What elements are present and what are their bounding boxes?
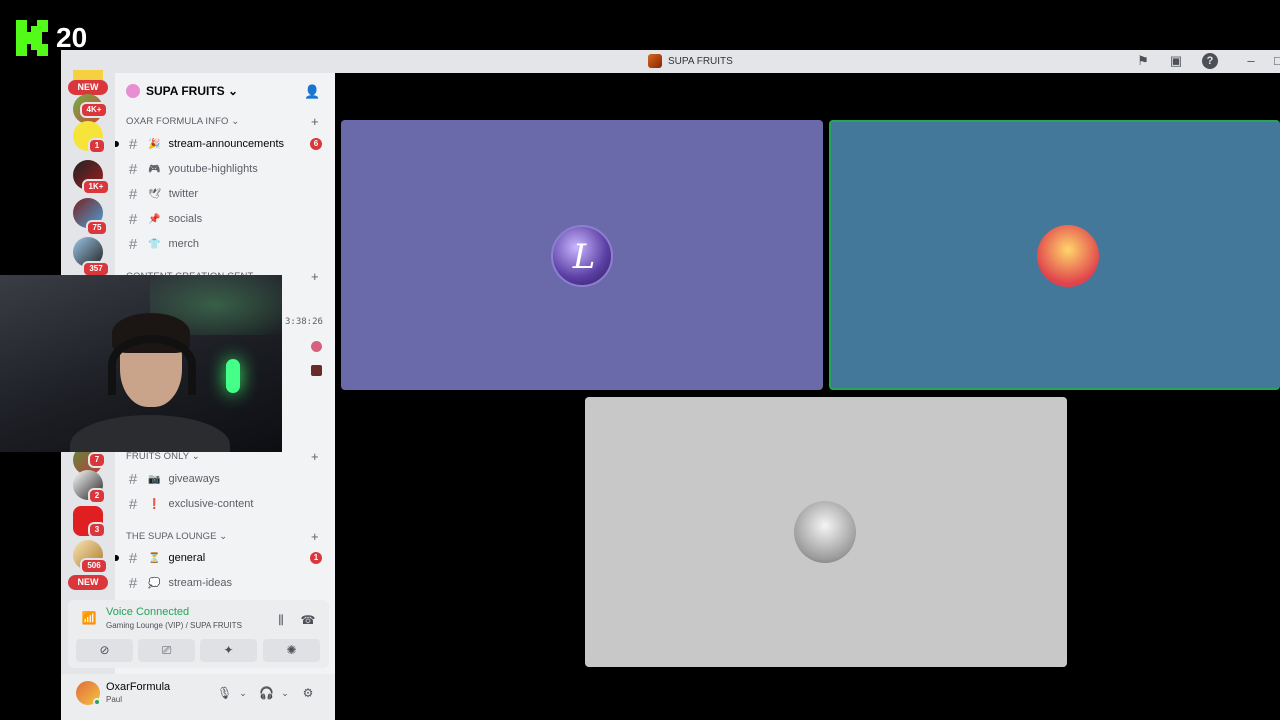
server-badge: 4K+ bbox=[80, 102, 108, 118]
stream-frame: 20 SUPA FRUITS ⚑ ▣ ? – □ NEW 4K+ 1 1K+ 7… bbox=[0, 0, 1280, 720]
participant-avatar bbox=[551, 225, 615, 287]
channel-emoji: 👕 bbox=[148, 238, 161, 250]
channel-merch[interactable]: # 👕 merch bbox=[126, 235, 199, 253]
channel-label: exclusive-content bbox=[168, 498, 254, 510]
online-status-icon bbox=[93, 698, 101, 706]
channel-stream-announcements[interactable]: # 🎉 stream-announcements bbox=[126, 135, 284, 153]
channel-emoji: 📷 bbox=[148, 473, 161, 485]
streamer-body bbox=[70, 415, 230, 452]
participant-avatar bbox=[794, 501, 856, 563]
channel-emoji: ❗ bbox=[148, 498, 161, 510]
hash-icon: # bbox=[128, 235, 138, 253]
signal-icon[interactable]: 📶 bbox=[80, 611, 98, 629]
mention-badge: 1 bbox=[310, 552, 322, 564]
hash-icon: # bbox=[128, 549, 138, 567]
window-title-text: SUPA FRUITS bbox=[668, 55, 733, 67]
hash-icon: # bbox=[128, 185, 138, 203]
channel-emoji: 🕊 bbox=[148, 188, 161, 200]
help-icon[interactable]: ? bbox=[1202, 53, 1218, 69]
channel-socials[interactable]: # 📌 socials bbox=[126, 210, 202, 228]
new-pill-bottom[interactable]: NEW bbox=[68, 575, 108, 590]
category-oxar-formula-info[interactable]: OXAR FORMULA INFO ⌄ bbox=[126, 116, 239, 127]
channel-emoji: 🎮 bbox=[148, 163, 161, 175]
maximize-icon[interactable]: □ bbox=[1270, 53, 1280, 69]
channel-stream-ideas[interactable]: # 💭 stream-ideas bbox=[126, 574, 232, 592]
flag-icon[interactable]: ⚑ bbox=[1135, 53, 1151, 69]
chevron-down-icon[interactable]: ⌄ bbox=[278, 686, 292, 700]
mention-badge: 6 bbox=[310, 138, 322, 150]
channel-exclusive-content[interactable]: # ❗ exclusive-content bbox=[126, 495, 254, 513]
server-badge: 7 bbox=[88, 452, 106, 468]
channel-label: socials bbox=[168, 213, 203, 225]
hash-icon: # bbox=[128, 210, 138, 228]
user-avatar-small[interactable] bbox=[311, 341, 322, 352]
hash-icon: # bbox=[128, 470, 138, 488]
server-badge: 75 bbox=[86, 220, 108, 236]
participant-avatar bbox=[1037, 225, 1099, 287]
channel-giveaways[interactable]: # 📷 giveaways bbox=[126, 470, 220, 488]
server-badge: 506 bbox=[80, 558, 108, 574]
channel-label: general bbox=[168, 552, 206, 564]
streamer-webcam bbox=[0, 275, 282, 452]
category-fruits-only[interactable]: FRUITS ONLY ⌄ bbox=[126, 451, 200, 462]
hash-icon: # bbox=[128, 495, 138, 513]
channel-youtube-highlights[interactable]: # 🎮 youtube-highlights bbox=[126, 160, 258, 178]
hash-icon: # bbox=[128, 160, 138, 178]
channel-general[interactable]: # ⏳ general bbox=[126, 549, 205, 567]
headphones-icon[interactable]: 🎧 bbox=[259, 686, 274, 700]
user-status-text: Paul bbox=[106, 695, 123, 704]
server-header[interactable]: SUPA FRUITS ⌄ bbox=[126, 84, 238, 98]
hash-icon: # bbox=[128, 574, 138, 592]
user-avatar-small[interactable] bbox=[311, 365, 322, 376]
create-channel-plus-icon[interactable]: + bbox=[311, 529, 319, 544]
minimize-icon[interactable]: – bbox=[1243, 53, 1259, 69]
server-badge-icon bbox=[126, 84, 140, 98]
server-name: SUPA FRUITS ⌄ bbox=[146, 84, 239, 98]
create-channel-plus-icon[interactable]: + bbox=[311, 269, 319, 284]
kick-logo-icon bbox=[16, 20, 48, 56]
server-badge: 2 bbox=[88, 488, 106, 504]
disconnect-icon[interactable]: ☎ bbox=[300, 612, 316, 628]
settings-gear-icon[interactable]: ⚙ bbox=[301, 686, 315, 700]
new-pill-top[interactable]: NEW bbox=[68, 80, 108, 95]
channel-label: twitter bbox=[168, 188, 199, 200]
server-icon bbox=[648, 54, 662, 68]
noise-suppression-icon[interactable]: ⫼ bbox=[273, 612, 289, 628]
channel-twitter[interactable]: # 🕊 twitter bbox=[126, 185, 198, 203]
voice-location[interactable]: Gaming Lounge (VIP) / SUPA FRUITS bbox=[106, 621, 242, 630]
create-channel-plus-icon[interactable]: + bbox=[311, 114, 319, 129]
voice-status[interactable]: Voice Connected bbox=[106, 606, 189, 618]
add-member-icon[interactable]: 👤 bbox=[304, 84, 320, 100]
channel-label: youtube-highlights bbox=[168, 163, 258, 175]
channel-emoji: 💭 bbox=[148, 577, 161, 589]
window-title: SUPA FRUITS bbox=[648, 54, 733, 68]
channel-emoji: 📌 bbox=[148, 213, 161, 225]
inbox-icon[interactable]: ▣ bbox=[1168, 53, 1184, 69]
camera-off-button[interactable]: ⊘ bbox=[76, 639, 133, 662]
screen-share-button[interactable]: ⎚ bbox=[138, 639, 195, 662]
neon-light bbox=[226, 359, 240, 393]
server-badge: 1K+ bbox=[82, 179, 110, 195]
soundboard-button[interactable]: ✺ bbox=[263, 639, 320, 662]
microphone-icon[interactable]: 🎙 bbox=[217, 686, 232, 700]
channel-label: stream-ideas bbox=[168, 577, 233, 589]
user-panel bbox=[61, 674, 335, 720]
channel-label: merch bbox=[168, 238, 200, 250]
channel-label: stream-announcements bbox=[168, 138, 285, 150]
channel-emoji: ⏳ bbox=[148, 552, 161, 564]
username[interactable]: OxarFormula bbox=[106, 681, 170, 693]
create-channel-plus-icon[interactable]: + bbox=[311, 449, 319, 464]
server-badge: 1 bbox=[88, 138, 106, 154]
channel-emoji: 🎉 bbox=[148, 138, 161, 150]
activities-button[interactable]: ✦ bbox=[200, 639, 257, 662]
hash-icon: # bbox=[128, 135, 138, 153]
headset-icon bbox=[108, 335, 196, 395]
category-the-supa-lounge[interactable]: THE SUPA LOUNGE ⌄ bbox=[126, 531, 227, 542]
chevron-down-icon[interactable]: ⌄ bbox=[236, 686, 250, 700]
channel-label: giveaways bbox=[168, 473, 220, 485]
stream-timestamp: 3:38:26 bbox=[285, 317, 323, 327]
server-badge: 3 bbox=[88, 522, 106, 538]
